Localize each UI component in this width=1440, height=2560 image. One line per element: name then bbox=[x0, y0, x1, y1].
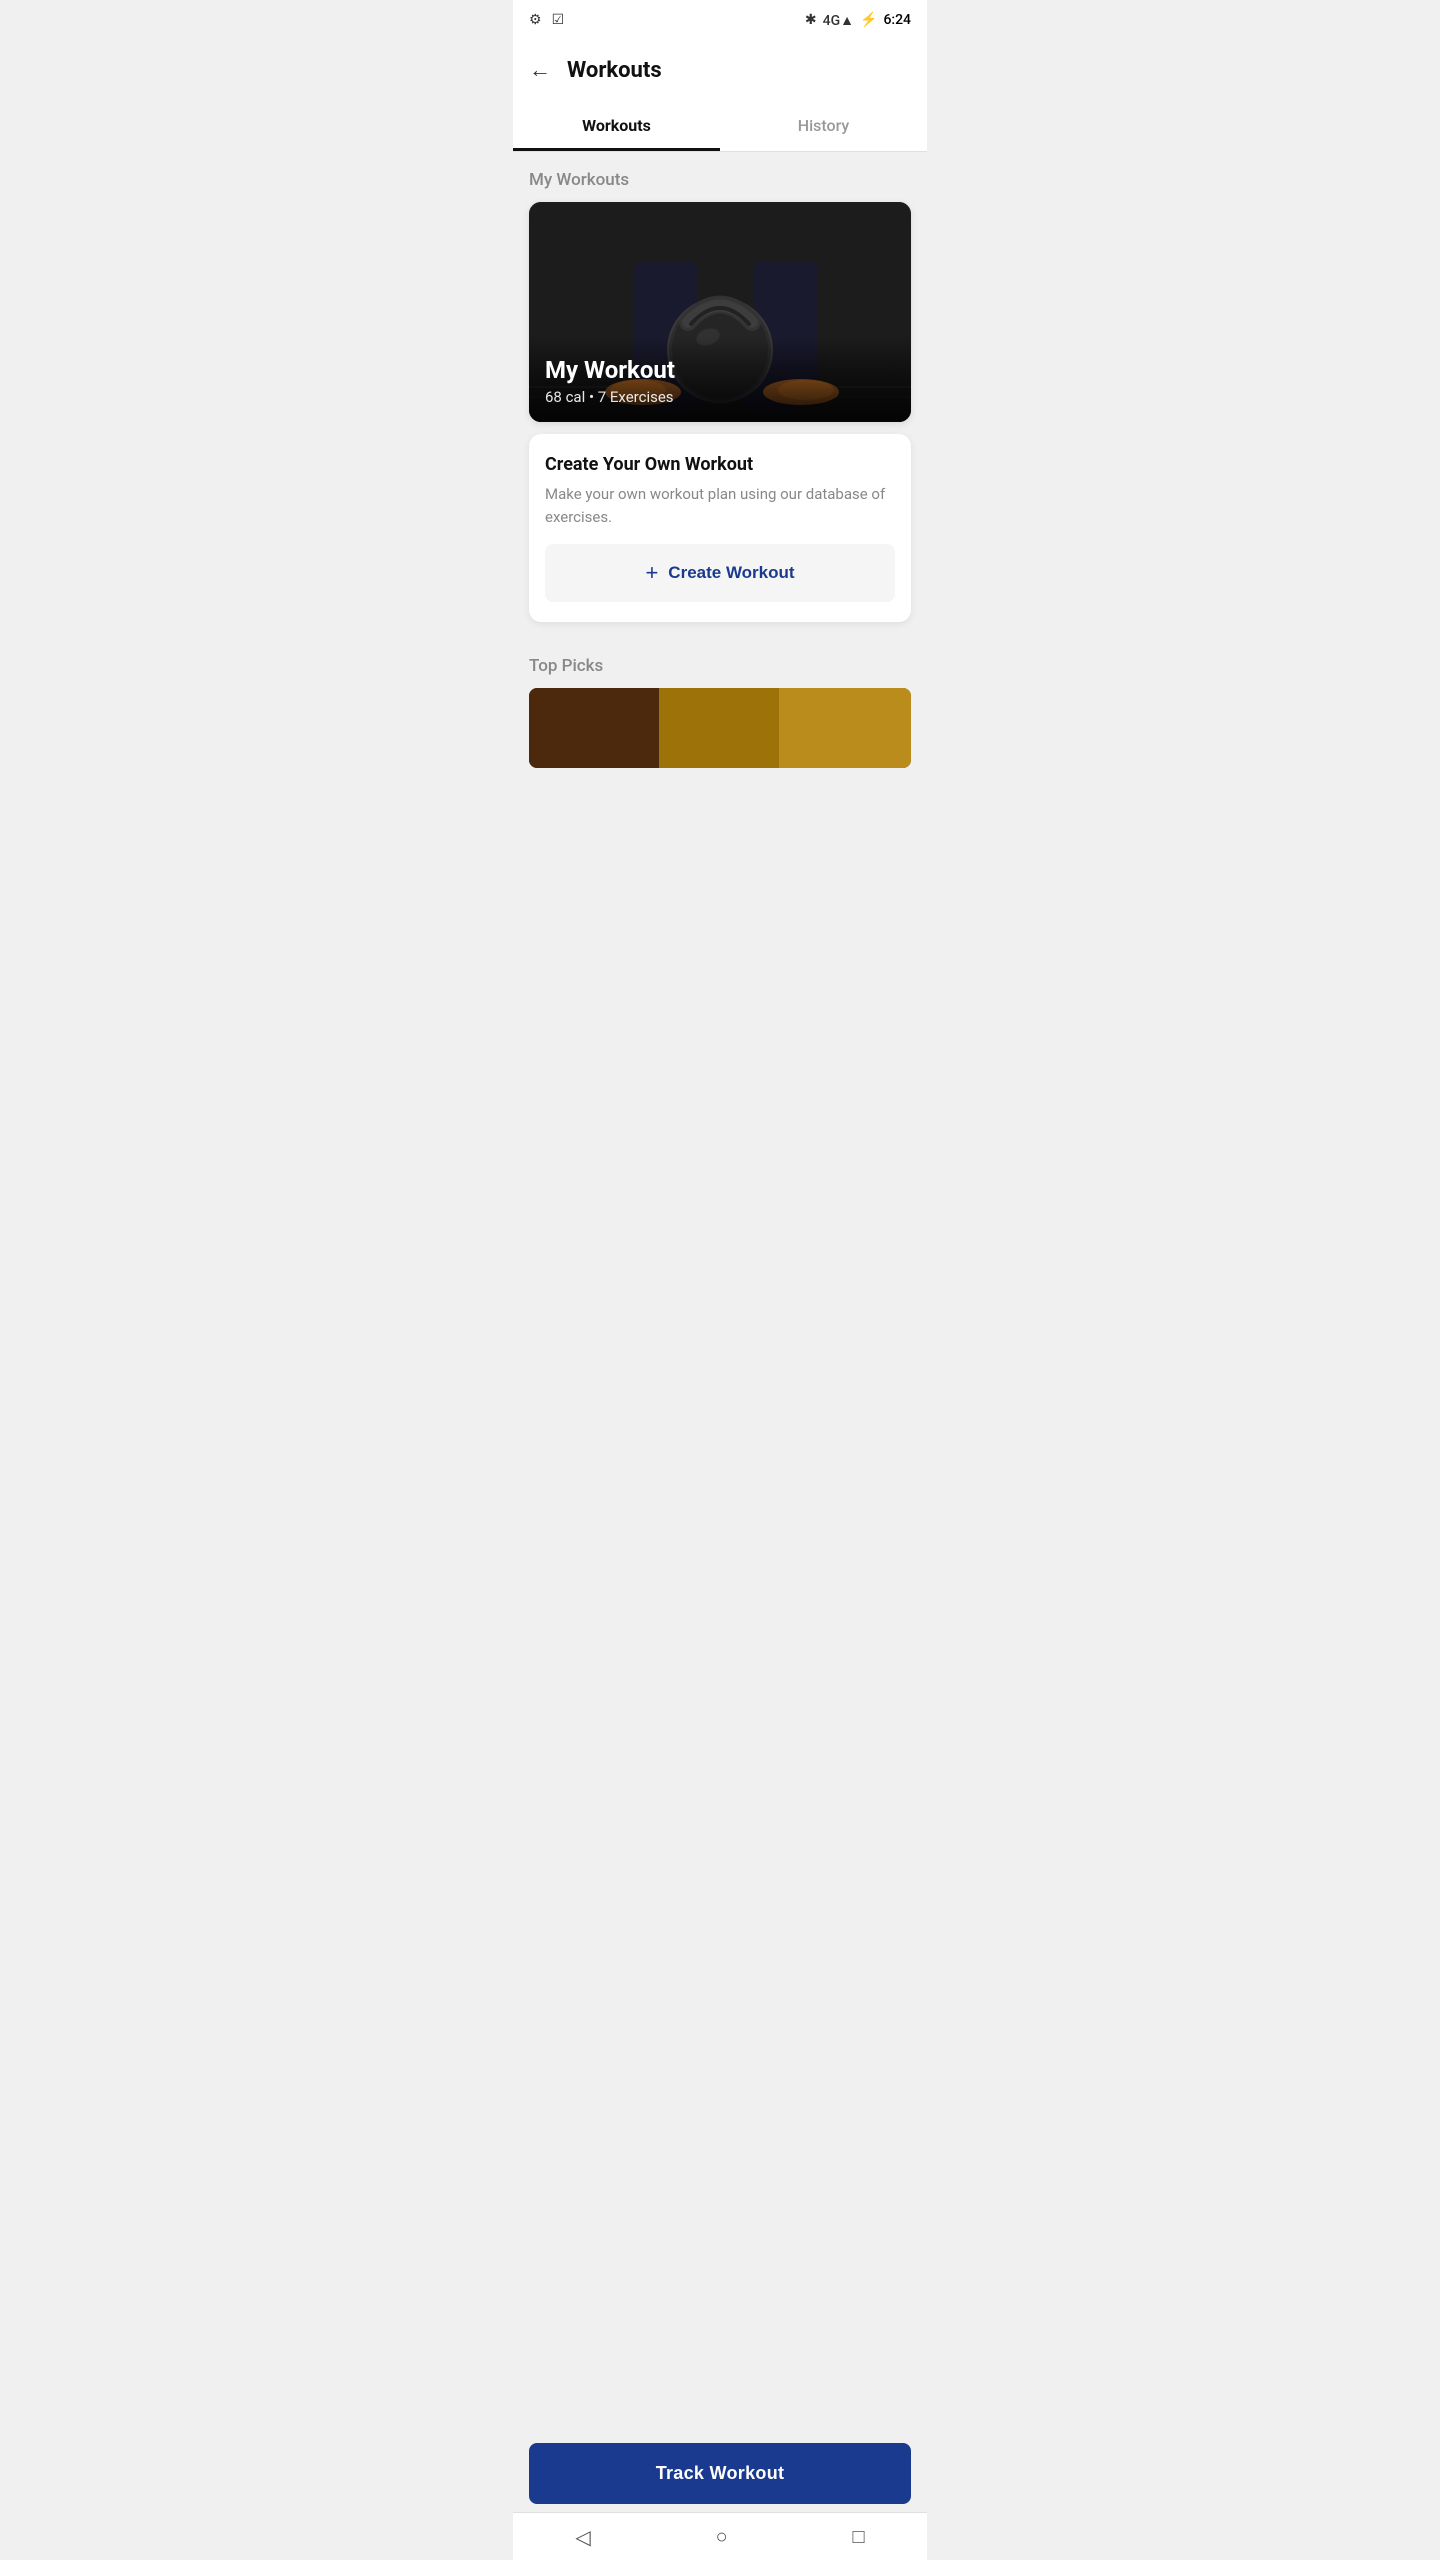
top-picks-header: Top Picks bbox=[513, 638, 927, 688]
status-bar-left: ⚙ ☑ bbox=[529, 12, 564, 28]
bluetooth-icon: ✱ bbox=[805, 12, 817, 28]
top-picks-preview bbox=[529, 688, 911, 768]
settings-icon: ⚙ bbox=[529, 12, 542, 28]
workout-overlay: My Workout 68 cal • 7 Exercises bbox=[529, 340, 911, 422]
track-btn-container: Track Workout bbox=[513, 2435, 927, 2512]
back-button[interactable]: ← bbox=[529, 57, 551, 83]
track-workout-button[interactable]: Track Workout bbox=[529, 2443, 911, 2504]
tab-workouts[interactable]: Workouts bbox=[513, 100, 720, 151]
workout-meta: 68 cal • 7 Exercises bbox=[545, 388, 895, 406]
nav-back-icon[interactable]: ◁ bbox=[575, 2525, 590, 2549]
plus-icon: + bbox=[645, 560, 658, 586]
page-title: Workouts bbox=[567, 58, 662, 83]
create-workout-card: Create Your Own Workout Make your own wo… bbox=[529, 434, 911, 622]
main-content: My Workouts bbox=[513, 152, 927, 848]
my-workouts-section-header: My Workouts bbox=[513, 152, 927, 202]
battery-icon: ⚡ bbox=[860, 12, 877, 28]
create-workout-label: Create Workout bbox=[668, 563, 794, 583]
status-time: 6:24 bbox=[883, 12, 911, 28]
create-workout-button[interactable]: + Create Workout bbox=[545, 544, 895, 602]
nav-bar: ◁ ○ □ bbox=[513, 2512, 927, 2560]
nav-home-icon[interactable]: ○ bbox=[716, 2524, 728, 2549]
signal-icon: 4G▲ bbox=[823, 12, 854, 29]
workout-name: My Workout bbox=[545, 356, 895, 384]
create-card-description: Make your own workout plan using our dat… bbox=[545, 483, 895, 528]
top-picks-section: Top Picks bbox=[513, 634, 927, 768]
header: ← Workouts bbox=[513, 40, 927, 100]
create-card-title: Create Your Own Workout bbox=[545, 454, 895, 475]
workout-image: My Workout 68 cal • 7 Exercises bbox=[529, 202, 911, 422]
tab-history[interactable]: History bbox=[720, 100, 927, 151]
status-bar-right: ✱ 4G▲ ⚡ 6:24 bbox=[805, 12, 911, 29]
nav-recents-icon[interactable]: □ bbox=[852, 2524, 864, 2549]
clipboard-icon: ☑ bbox=[552, 12, 565, 28]
workout-card[interactable]: My Workout 68 cal • 7 Exercises bbox=[529, 202, 911, 422]
status-bar: ⚙ ☑ ✱ 4G▲ ⚡ 6:24 bbox=[513, 0, 927, 40]
tabs-container: Workouts History bbox=[513, 100, 927, 152]
